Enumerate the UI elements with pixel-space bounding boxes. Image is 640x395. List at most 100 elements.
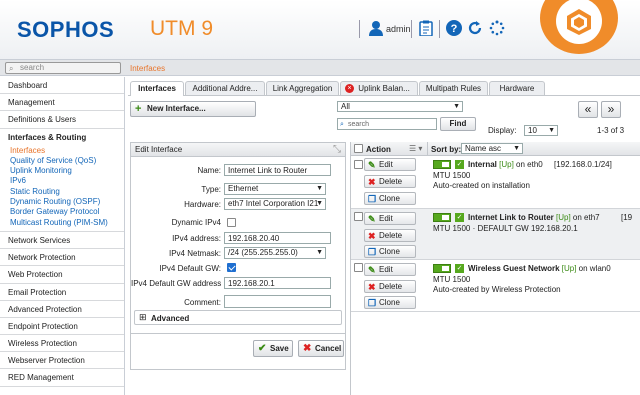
dynamic-ipv4-checkbox[interactable] xyxy=(227,218,236,227)
sidebar-item[interactable]: RED Management xyxy=(0,369,124,387)
type-select[interactable]: Ethernet ▼ xyxy=(224,183,326,195)
sidebar-item[interactable]: Webserver Protection xyxy=(0,352,124,370)
sort-select[interactable]: Name asc ▼ xyxy=(461,143,523,154)
cancel-button[interactable]: ✖ Cancel xyxy=(298,340,344,357)
ipv4-netmask-select[interactable]: /24 (255.255.255.0) ▼ xyxy=(224,247,326,259)
edit-button[interactable]: ✎ Edit xyxy=(364,158,416,171)
sidebar-subitem-interfaces[interactable]: Interfaces xyxy=(0,146,124,156)
edit-interface-panel: Edit Interface ⤡ Name: Internet Link to … xyxy=(130,142,346,370)
tab-additional-addresses[interactable]: Additional Addre... xyxy=(185,81,265,95)
sidebar-subitem[interactable]: Uplink Monitoring xyxy=(0,166,124,176)
gw-address-field[interactable]: 192.168.20.1 xyxy=(224,277,331,289)
search-icon: ⌕ xyxy=(9,64,14,73)
interface-mtu: MTU 1500 xyxy=(433,275,471,284)
comment-label: Comment: xyxy=(184,298,221,307)
comment-field[interactable] xyxy=(224,295,331,308)
tab-uplink-balancing[interactable]: × Uplink Balan... xyxy=(340,81,418,95)
row-checkbox[interactable] xyxy=(354,212,363,221)
clone-button[interactable]: ❐ Clone xyxy=(364,192,416,205)
hardware-select[interactable]: eth7 Intel Corporation I21 ▼ xyxy=(224,198,326,210)
tab-multipath-rules[interactable]: Multipath Rules xyxy=(419,81,488,95)
delete-button[interactable]: ✖ Delete xyxy=(364,280,416,293)
sidebar-subitem[interactable]: Static Routing xyxy=(0,187,124,197)
sidebar-subitem[interactable]: Dynamic Routing (OSPF) xyxy=(0,197,124,207)
interface-comment: Auto-created by Wireless Protection xyxy=(433,285,561,294)
clone-label: Clone xyxy=(379,298,400,307)
display-count-select[interactable]: 10 ▼ xyxy=(524,125,558,136)
sidebar-group-title[interactable]: Interfaces & Routing xyxy=(0,129,124,146)
delete-button[interactable]: ✖ Delete xyxy=(364,175,416,188)
sidebar-item[interactable]: Network Services xyxy=(0,232,124,250)
spinner-icon xyxy=(489,20,505,36)
find-button[interactable]: Find xyxy=(440,117,476,131)
sidebar-item[interactable]: Email Protection xyxy=(0,284,124,301)
interface-name[interactable]: Internet Link to Router xyxy=(468,213,554,222)
app-header: SOPHOS UTM 9 admin ? xyxy=(0,0,640,60)
help-icon[interactable]: ? xyxy=(446,20,462,36)
tab-hardware[interactable]: Hardware xyxy=(489,81,545,95)
sidebar-item[interactable]: Management xyxy=(0,94,124,112)
status-ok-icon: ✓ xyxy=(455,264,464,273)
toggle-switch[interactable] xyxy=(433,160,451,169)
ipv4-default-gw-checkbox[interactable] xyxy=(227,263,236,272)
checkmark-icon: ✔ xyxy=(258,343,267,354)
delete-icon: ✖ xyxy=(368,177,376,187)
ipv4-default-gw-label: IPv4 Default GW: xyxy=(159,264,221,273)
clipboard-icon[interactable] xyxy=(418,20,434,36)
ipv4-address-field[interactable]: 192.168.20.40 xyxy=(224,232,331,244)
header-divider xyxy=(439,20,440,38)
sophos-badge-logo xyxy=(540,0,618,54)
sidebar-subitem[interactable]: Quality of Service (QoS) xyxy=(0,156,124,166)
product-name: UTM 9 xyxy=(150,17,213,40)
prev-page-button[interactable]: « xyxy=(578,101,598,118)
interface-name[interactable]: Internal xyxy=(468,160,497,169)
sidebar-item[interactable]: Web Protection xyxy=(0,266,124,284)
pager-count: 1-3 of 3 xyxy=(597,126,625,135)
sidebar-subitem[interactable]: Border Gateway Protocol xyxy=(0,207,124,217)
column-menu-icon[interactable]: ☰ ▾ xyxy=(409,144,422,153)
toggle-switch[interactable] xyxy=(433,264,451,273)
reload-icon[interactable] xyxy=(467,20,483,36)
interface-mtu: MTU 1500 xyxy=(433,171,471,180)
toggle-switch[interactable] xyxy=(433,213,451,222)
tab-label: Uplink Balan... xyxy=(358,84,410,93)
sidebar-item[interactable]: Definitions & Users xyxy=(0,111,124,129)
clone-button[interactable]: ❐ Clone xyxy=(364,296,416,309)
save-button[interactable]: ✔ Save xyxy=(253,340,293,357)
username-label[interactable]: admin xyxy=(386,24,411,34)
cancel-label: Cancel xyxy=(315,344,342,353)
nav-search-input[interactable]: ⌕ search xyxy=(5,62,121,74)
sidebar-subitem[interactable]: IPv6 xyxy=(0,176,124,186)
list-search-input[interactable]: ⌕ search xyxy=(337,118,437,130)
sidebar-item[interactable]: Network Protection xyxy=(0,249,124,267)
gw-address-label: IPv4 Default GW address xyxy=(131,279,222,288)
advanced-label: Advanced xyxy=(151,314,190,323)
tab-link-aggregation[interactable]: Link Aggregation xyxy=(266,81,339,95)
user-icon[interactable] xyxy=(369,20,383,36)
filter-select[interactable]: All ▼ xyxy=(337,101,463,112)
new-interface-button[interactable]: + New Interface... xyxy=(130,101,256,117)
name-field[interactable]: Internet Link to Router xyxy=(224,164,331,176)
sidebar-item[interactable]: Advanced Protection xyxy=(0,301,124,318)
edit-button[interactable]: ✎ Edit xyxy=(364,212,416,225)
row-checkbox[interactable] xyxy=(354,263,363,272)
clone-button[interactable]: ❐ Clone xyxy=(364,245,416,258)
tab-interfaces[interactable]: Interfaces xyxy=(130,81,184,96)
row-checkbox[interactable] xyxy=(354,160,363,169)
sidebar-item[interactable]: Wireless Protection xyxy=(0,335,124,353)
interface-name[interactable]: Wireless Guest Network xyxy=(468,264,560,273)
edit-label: Edit xyxy=(379,160,393,169)
chevron-down-icon: ▼ xyxy=(316,185,323,192)
edit-button[interactable]: ✎ Edit xyxy=(364,263,416,276)
collapse-icon[interactable]: ⤡ xyxy=(333,144,341,155)
next-page-button[interactable]: » xyxy=(601,101,621,118)
delete-button[interactable]: ✖ Delete xyxy=(364,229,416,242)
sidebar-subitem[interactable]: Multicast Routing (PIM-SM) xyxy=(0,218,124,228)
table-row: ✎ Edit ✖ Delete ❐ Clone ✓ Internal [Up] on … xyxy=(351,157,640,209)
edit-panel-title: Edit Interface xyxy=(131,143,345,157)
sidebar-item[interactable]: Dashboard xyxy=(0,77,124,95)
select-all-checkbox[interactable] xyxy=(354,144,363,153)
edit-icon: ✎ xyxy=(368,265,376,275)
advanced-section[interactable]: ⊞ Advanced xyxy=(134,310,342,325)
sidebar-item[interactable]: Endpoint Protection xyxy=(0,318,124,336)
